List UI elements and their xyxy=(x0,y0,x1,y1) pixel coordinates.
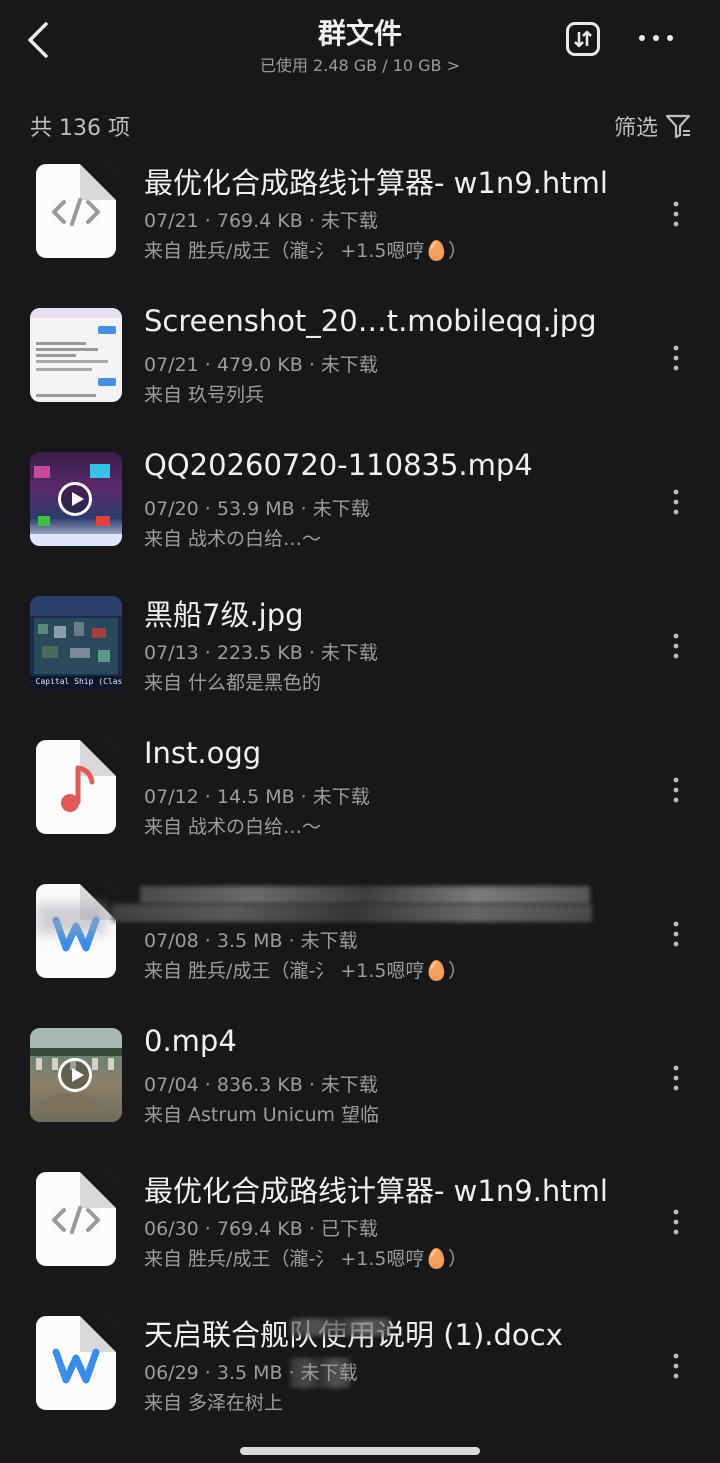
kebab-icon[interactable] xyxy=(666,1206,686,1238)
file-row[interactable]: QQ20260720-110835.mp4 07/20 · 53.9 MB · … xyxy=(0,434,720,578)
kebab-icon[interactable] xyxy=(666,1350,686,1382)
file-row[interactable]: 0.mp4 07/04 · 836.3 KB · 未下载 来自 Astrum U… xyxy=(0,1010,720,1154)
file-uploader: 来自 战术の白给…～ xyxy=(144,528,322,550)
file-name: 最优化合成路线计算器- w1n9.html xyxy=(144,1174,608,1208)
code-icon xyxy=(52,198,100,226)
page-title: 群文件 xyxy=(317,17,402,50)
file-meta: 07/21 · 479.0 KB · 未下载 xyxy=(144,354,378,376)
file-row[interactable]: 天启联合舰队使用说明 (1).docx 06/29 · 3.5 MB · 未下载… xyxy=(0,1298,720,1442)
thumbnail-caption: e Capital Ship (Class 1) xyxy=(30,677,122,686)
word-file-icon xyxy=(36,1316,116,1410)
filter-label: 筛选 xyxy=(613,116,658,141)
kebab-icon[interactable] xyxy=(666,198,686,230)
file-meta: 06/29 · 3.5 MB · 未下载 xyxy=(144,1362,358,1384)
file-uploader: 来自 玖号列兵 xyxy=(144,384,265,406)
kebab-icon[interactable] xyxy=(666,774,686,806)
filter-icon xyxy=(665,114,691,139)
play-icon xyxy=(58,482,92,516)
file-meta: 07/21 · 769.4 KB · 未下载 xyxy=(144,210,378,232)
kebab-icon[interactable] xyxy=(666,1062,686,1094)
music-note-icon xyxy=(61,765,95,812)
file-uploader: 来自 战术の白给…～ xyxy=(144,816,322,838)
file-meta: 06/30 · 769.4 KB · 已下载 xyxy=(144,1218,378,1240)
file-uploader: 来自 胜兵/成王（瀧-氵 +1.5嗯哼🥚） xyxy=(144,240,468,262)
file-name: Inst.ogg xyxy=(144,736,262,770)
play-icon xyxy=(58,1058,92,1092)
file-name: 黑船7级.jpg xyxy=(144,598,304,632)
file-meta: 07/13 · 223.5 KB · 未下载 xyxy=(144,642,378,664)
home-indicator[interactable] xyxy=(240,1447,480,1455)
file-row[interactable]: 最优化合成路线计算器- w1n9.html 06/30 · 769.4 KB ·… xyxy=(0,1154,720,1298)
video-thumbnail xyxy=(30,1028,122,1122)
file-uploader: 来自 Astrum Unicum 望临 xyxy=(144,1104,380,1126)
file-row[interactable]: e Capital Ship (Class 1) 黑船7级.jpg 07/13 … xyxy=(0,578,720,722)
file-meta: 07/08 · 3.5 MB · 未下载 xyxy=(144,930,358,952)
file-name: Screenshot_20…t.mobileqq.jpg xyxy=(144,304,597,338)
file-name: 最优化合成路线计算器- w1n9.html xyxy=(144,166,608,200)
code-icon xyxy=(52,1206,100,1234)
html-file-icon xyxy=(36,164,116,258)
file-uploader: 来自 多泽在树上 xyxy=(144,1392,284,1414)
transfer-icon xyxy=(574,30,592,48)
file-uploader: 来自 胜兵/成王（瀧-氵 +1.5嗯哼🥚） xyxy=(144,960,468,982)
html-file-icon xyxy=(36,1172,116,1266)
file-count: 共 136 项 xyxy=(30,116,130,141)
file-meta: 07/04 · 836.3 KB · 未下载 xyxy=(144,1074,378,1096)
kebab-icon[interactable] xyxy=(666,342,686,374)
file-meta: 07/12 · 14.5 MB · 未下载 xyxy=(144,786,370,808)
transfer-button[interactable] xyxy=(566,22,600,56)
storage-usage-link[interactable]: 已使用 2.48 GB / 10 GB > xyxy=(0,52,720,76)
audio-file-icon xyxy=(36,740,116,834)
image-thumbnail: e Capital Ship (Class 1) xyxy=(30,596,122,690)
filter-button[interactable]: 筛选 xyxy=(614,110,692,142)
more-icon[interactable] xyxy=(636,30,676,46)
top-bar: 群文件 已使用 2.48 GB / 10 GB > xyxy=(0,0,720,90)
file-name: 0.mp4 xyxy=(144,1024,237,1058)
word-icon xyxy=(52,1348,100,1384)
file-meta: 07/20 · 53.9 MB · 未下载 xyxy=(144,498,370,520)
video-thumbnail xyxy=(30,452,122,546)
file-row[interactable]: 07/08 · 3.5 MB · 未下载 来自 胜兵/成王（瀧-氵 +1.5嗯哼… xyxy=(0,866,720,1010)
kebab-icon[interactable] xyxy=(666,630,686,662)
kebab-icon[interactable] xyxy=(666,918,686,950)
image-thumbnail xyxy=(30,308,122,402)
file-row[interactable]: Screenshot_20…t.mobileqq.jpg 07/21 · 479… xyxy=(0,290,720,434)
file-row[interactable]: Inst.ogg 07/12 · 14.5 MB · 未下载 来自 战术の白给…… xyxy=(0,722,720,866)
file-uploader: 来自 什么都是黑色的 xyxy=(144,672,322,694)
file-row[interactable]: 最优化合成路线计算器- w1n9.html 07/21 · 769.4 KB ·… xyxy=(0,146,720,290)
kebab-icon[interactable] xyxy=(666,486,686,518)
file-name: QQ20260720-110835.mp4 xyxy=(144,448,533,482)
file-uploader: 来自 胜兵/成王（瀧-氵 +1.5嗯哼🥚） xyxy=(144,1248,468,1270)
word-file-icon xyxy=(36,884,116,978)
